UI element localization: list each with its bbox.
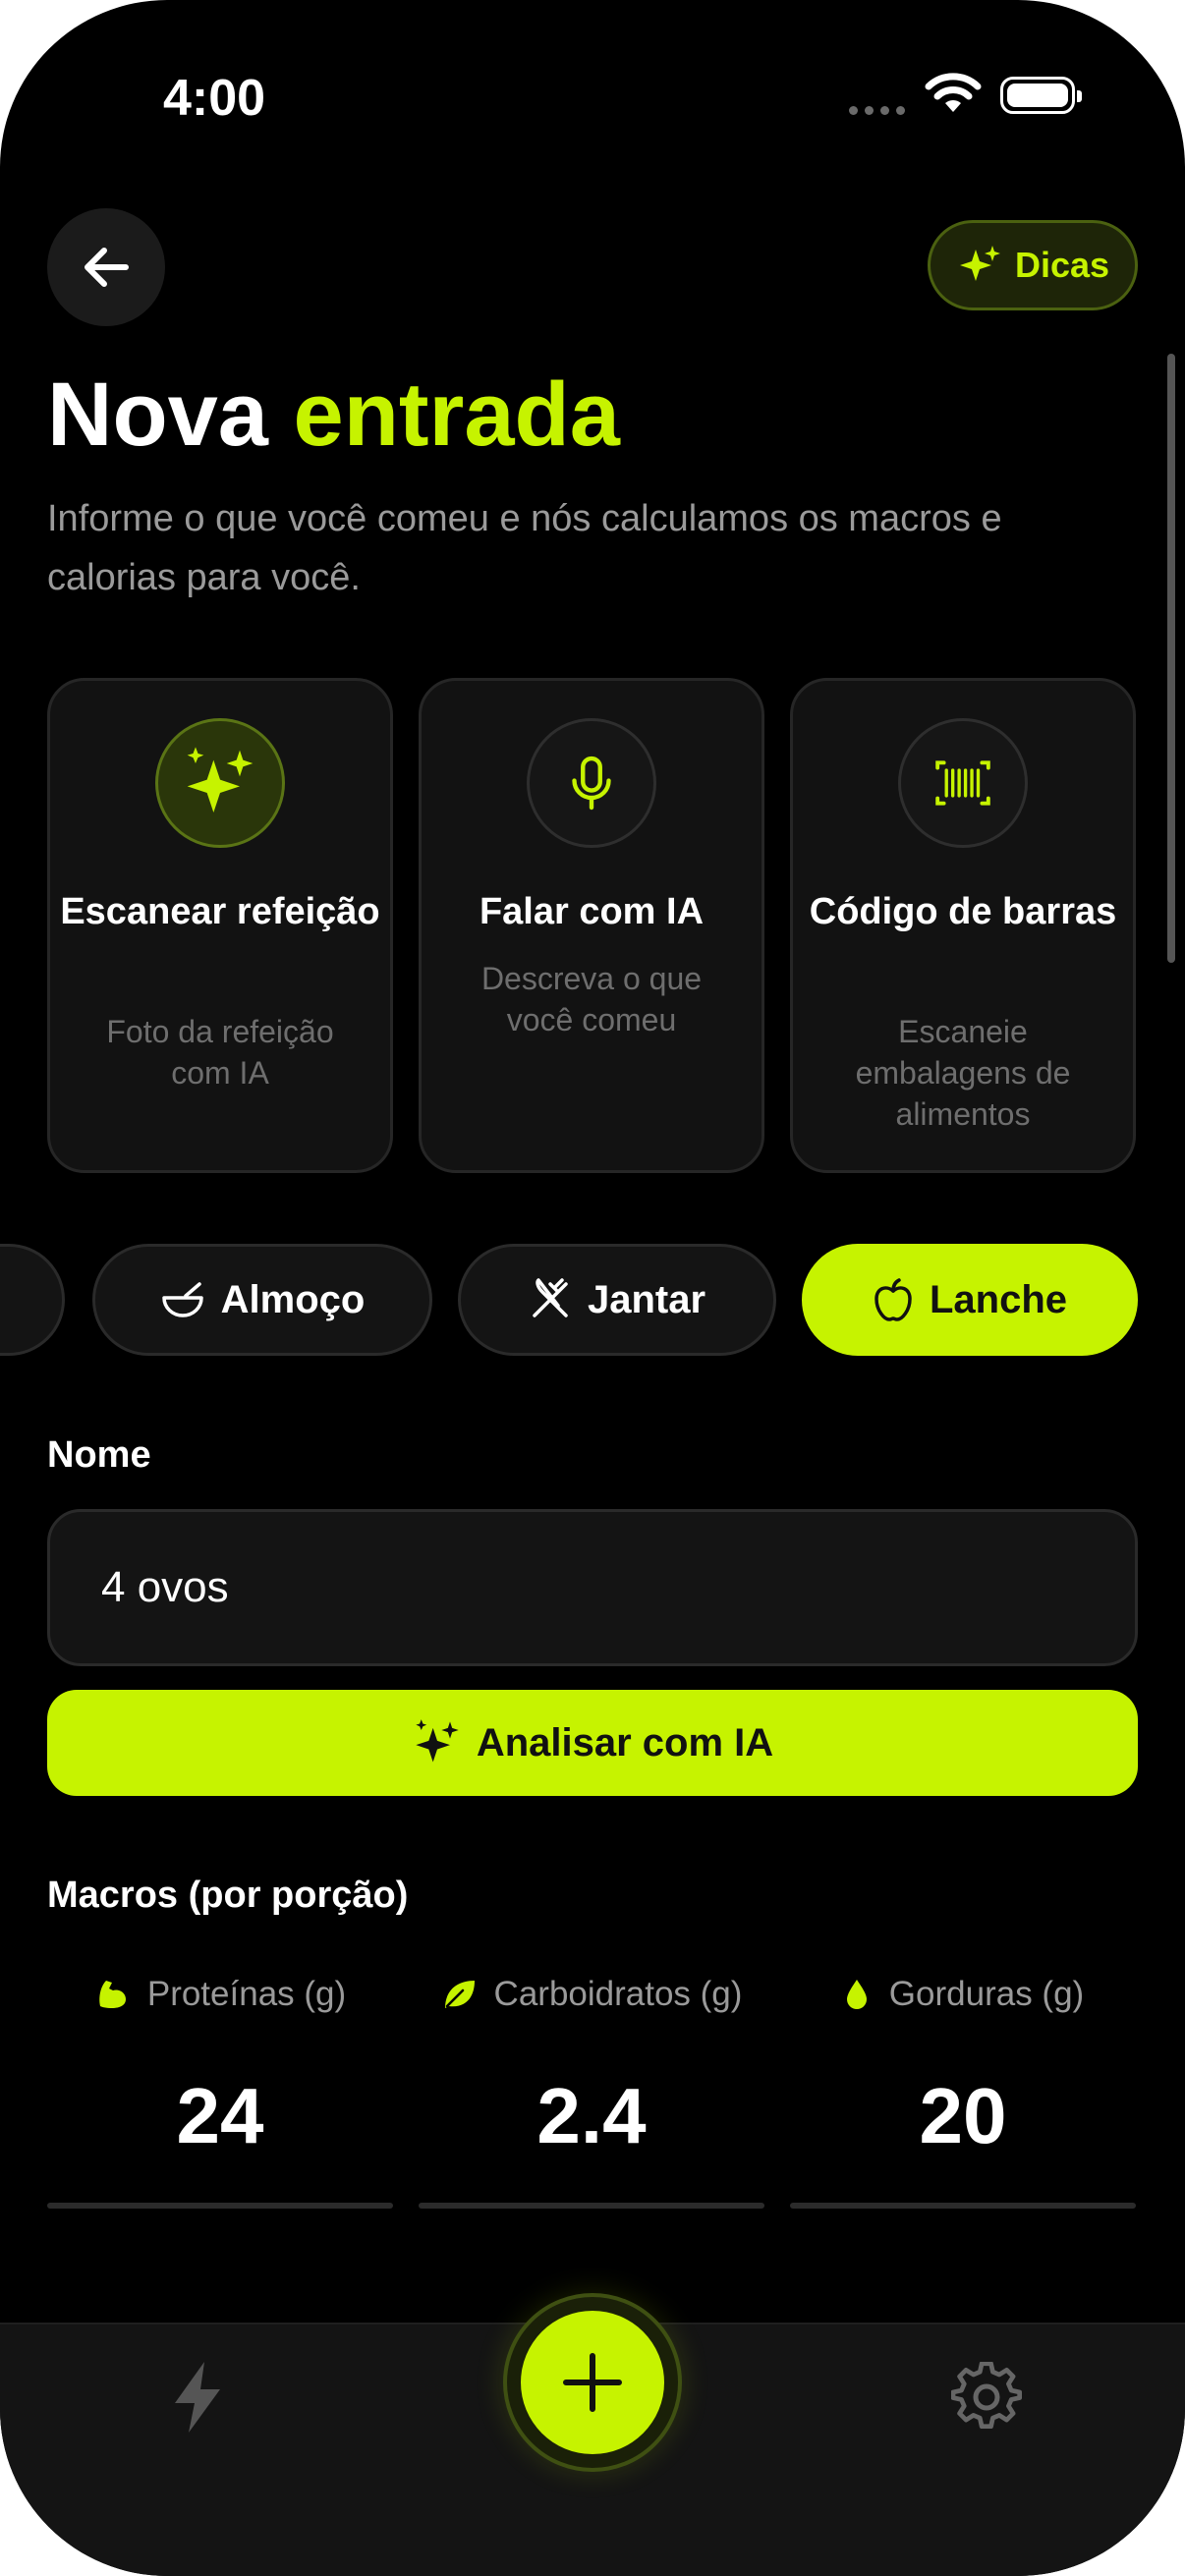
bowl-icon xyxy=(161,1282,203,1317)
meal-chip-partial[interactable] xyxy=(0,1244,65,1356)
page-title-accent: entrada xyxy=(293,364,620,465)
talk-ai-card[interactable]: Falar com IA Descreva o que você comeu xyxy=(419,678,764,1173)
meal-chip-dinner-label: Jantar xyxy=(587,1277,706,1321)
bolt-icon[interactable] xyxy=(167,2358,228,2436)
meal-chip-snack[interactable]: Lanche xyxy=(802,1244,1138,1356)
page-subtitle: Informe o que você comeu e nós calculamo… xyxy=(47,498,1002,598)
macros-label: Macros (por porção) xyxy=(47,1875,409,1916)
macro-fat[interactable]: Gorduras (g) 20 xyxy=(790,1975,1136,2209)
scan-meal-desc: Foto da refeição com IA xyxy=(106,1014,334,1091)
macro-carbs-header: Carboidratos (g) xyxy=(419,1975,764,2014)
sparkles-icon xyxy=(959,246,1000,281)
meal-chip-lunch[interactable]: Almoço xyxy=(92,1244,432,1356)
barcode-card[interactable]: Código de barras Escaneie embalagens de … xyxy=(790,678,1136,1173)
plus-icon xyxy=(563,2353,622,2412)
drop-icon xyxy=(846,1980,867,2009)
meal-chip-dinner[interactable]: Jantar xyxy=(458,1244,776,1356)
gear-icon[interactable] xyxy=(951,2362,1022,2433)
phone-screen: 4:00 Dicas Nova entrada Informe o que vo… xyxy=(0,0,1185,2576)
macro-protein-value: 24 xyxy=(176,2072,264,2159)
macro-protein-underline xyxy=(47,2203,393,2209)
meal-chip-snack-label: Lanche xyxy=(929,1277,1068,1321)
battery-icon xyxy=(1000,77,1082,114)
macro-fat-name: Gorduras (g) xyxy=(888,1975,1085,2013)
macro-fat-header: Gorduras (g) xyxy=(790,1975,1136,2014)
wifi-icon xyxy=(925,73,982,112)
analyze-ai-button[interactable]: Analisar com IA xyxy=(47,1690,1138,1796)
status-time: 4:00 xyxy=(163,70,266,127)
barcode-desc: Escaneie embalagens de alimentos xyxy=(855,1014,1071,1132)
cellular-signal-icon xyxy=(849,106,905,115)
tips-button[interactable]: Dicas xyxy=(928,220,1138,310)
analyze-ai-label: Analisar com IA xyxy=(476,1720,774,1764)
macro-fat-underline xyxy=(790,2203,1136,2209)
fork-knife-icon xyxy=(533,1278,568,1317)
page-title-main: Nova xyxy=(47,364,268,465)
scan-meal-icon-circle xyxy=(155,718,285,848)
macro-protein-header: Proteínas (g) xyxy=(47,1975,393,2014)
macro-carbs-name: Carboidratos (g) xyxy=(493,1975,743,2013)
scan-meal-title: Escanear refeição xyxy=(60,891,380,932)
tips-label: Dicas xyxy=(1014,245,1110,285)
leaf-icon xyxy=(444,1981,475,2008)
macro-fat-value: 20 xyxy=(919,2072,1007,2159)
name-input[interactable]: 4 ovos xyxy=(47,1509,1138,1666)
talk-ai-title: Falar com IA xyxy=(479,891,705,932)
add-entry-button[interactable] xyxy=(521,2311,664,2454)
macro-carbs-value: 2.4 xyxy=(536,2072,647,2159)
scan-meal-card[interactable]: Escanear refeição Foto da refeição com I… xyxy=(47,678,393,1173)
macro-carbs-underline xyxy=(419,2203,764,2209)
apple-icon xyxy=(875,1278,912,1321)
macro-protein[interactable]: Proteínas (g) 24 xyxy=(47,1975,393,2209)
talk-ai-icon-circle xyxy=(527,718,656,848)
talk-ai-desc: Descreva o que você comeu xyxy=(480,961,703,1037)
barcode-icon-circle xyxy=(898,718,1028,848)
arrow-left-icon xyxy=(85,248,129,287)
bicep-icon xyxy=(99,1981,126,2008)
name-label: Nome xyxy=(47,1434,151,1476)
scrollbar[interactable] xyxy=(1167,354,1175,963)
page-title: Nova entrada xyxy=(47,364,620,467)
barcode-title: Código de barras xyxy=(809,891,1117,932)
meal-chip-lunch-label: Almoço xyxy=(220,1277,366,1321)
macro-protein-name: Proteínas (g) xyxy=(146,1975,347,2013)
barcode-icon xyxy=(935,760,990,806)
macro-carbs[interactable]: Carboidratos (g) 2.4 xyxy=(419,1975,764,2209)
sparkles-icon xyxy=(187,747,254,812)
sparkles-icon xyxy=(416,1719,459,1763)
back-button[interactable] xyxy=(47,208,165,326)
microphone-icon xyxy=(572,756,611,811)
